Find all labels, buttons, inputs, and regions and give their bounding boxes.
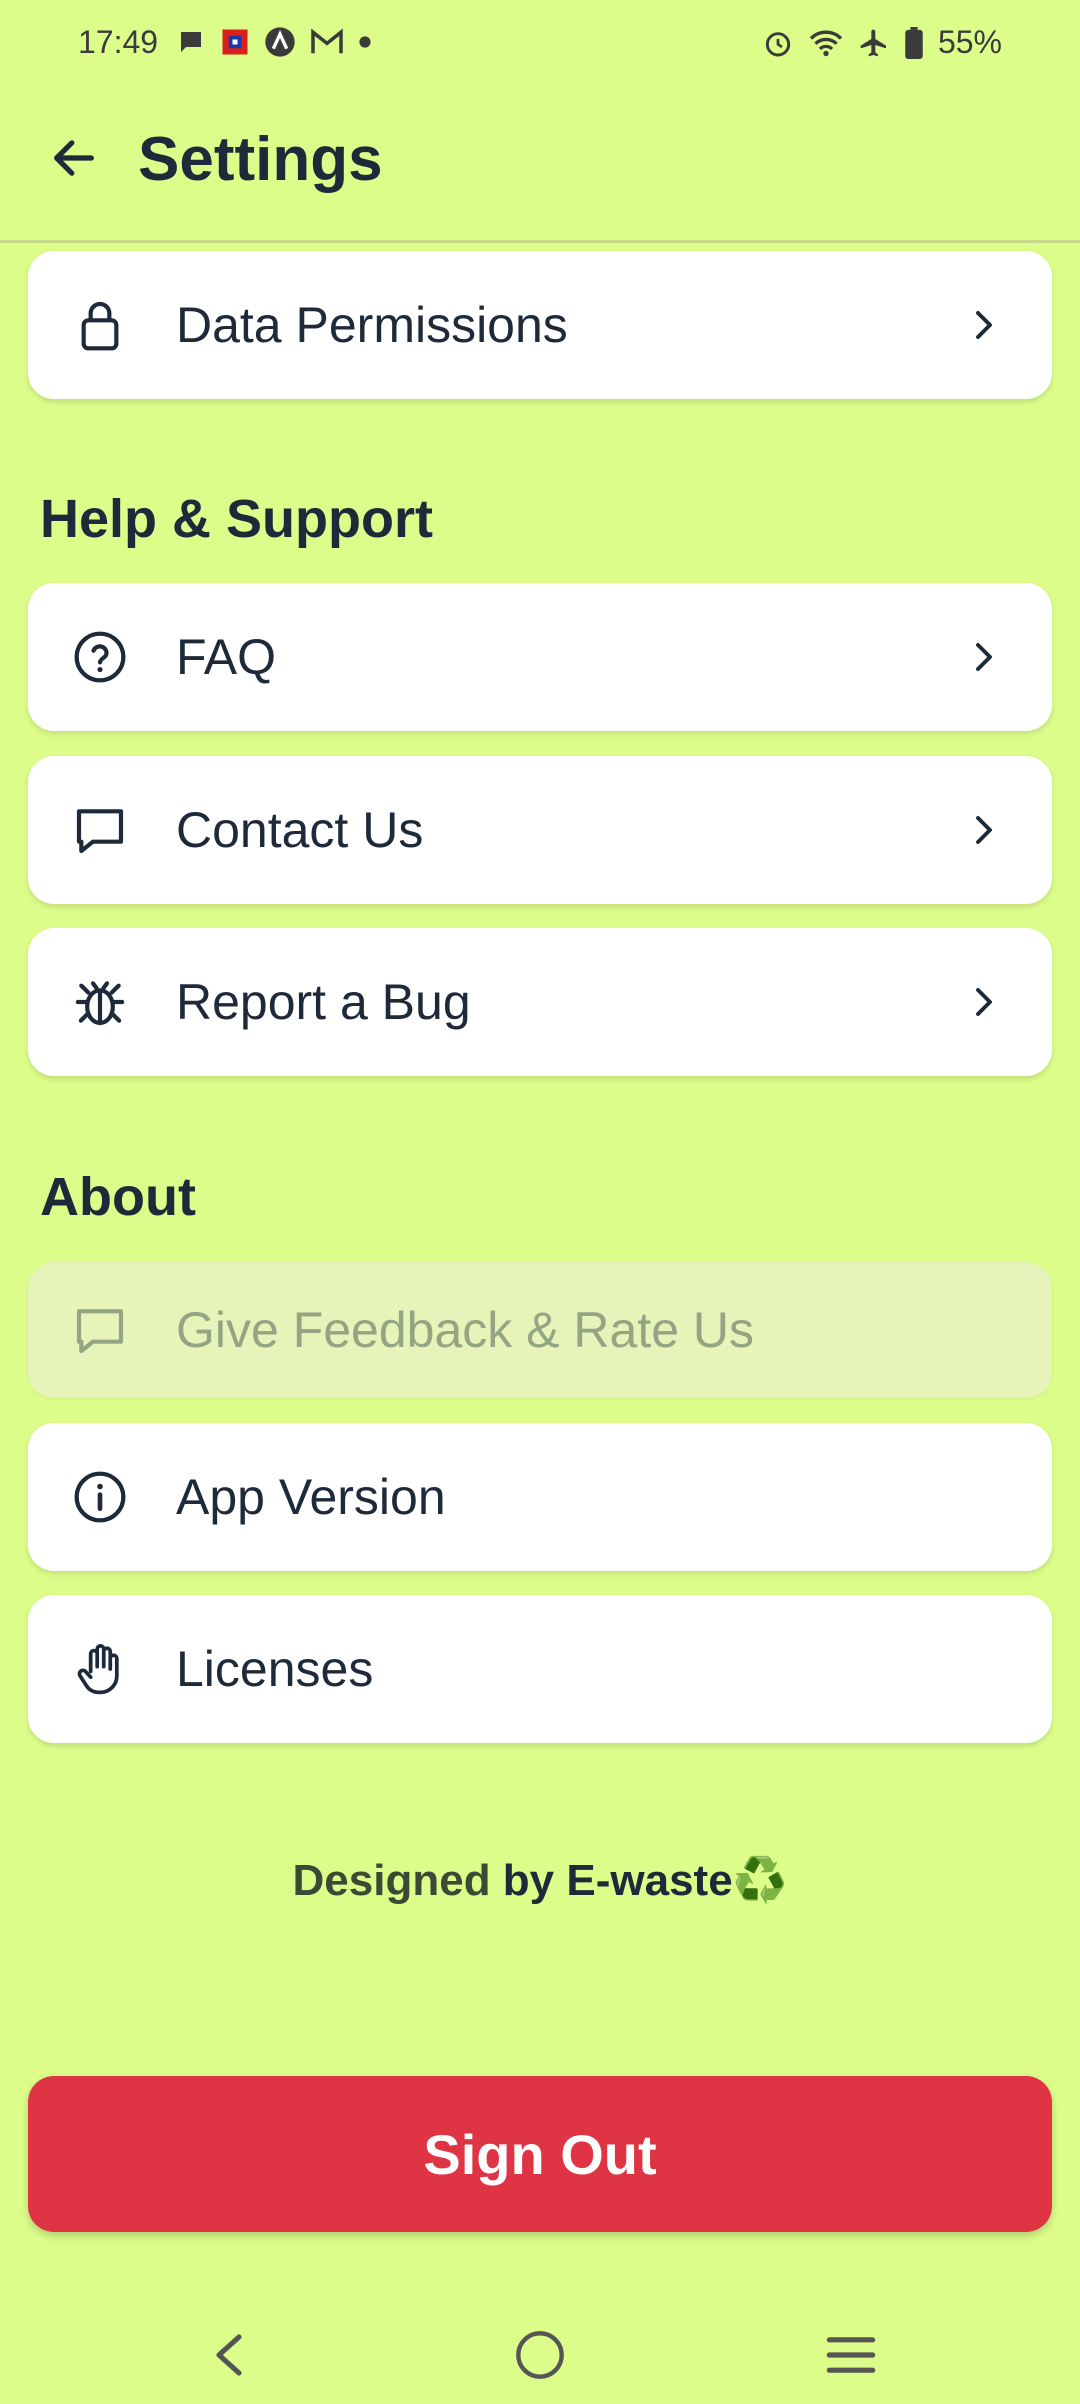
lock-icon <box>81 301 119 351</box>
airplane-icon <box>860 29 886 56</box>
message-icon <box>76 1309 124 1354</box>
nav-recents-icon <box>826 2337 876 2373</box>
report-bug-item[interactable]: Report a Bug <box>28 928 1052 1076</box>
status-right-icons: 55% <box>762 24 1002 61</box>
nav-home-icon <box>516 2331 564 2379</box>
chevron-right-icon <box>976 311 992 339</box>
recycle-icon: ♻️ <box>732 1856 788 1905</box>
app-version-label: App Version <box>176 1469 446 1525</box>
faq-item[interactable]: FAQ <box>28 583 1052 731</box>
sign-out-button[interactable]: Sign Out <box>28 2076 1052 2232</box>
licenses-item[interactable]: Licenses <box>28 1595 1052 1743</box>
section-title-help: Help & Support <box>40 489 433 549</box>
info-circle-icon <box>74 1471 126 1523</box>
chevron-right-icon <box>976 643 992 671</box>
nav-home-button[interactable] <box>505 2320 575 2390</box>
status-left-icons <box>176 26 372 58</box>
section-title-about: About <box>40 1167 196 1227</box>
designed-suffix: by E-waste <box>490 1856 733 1905</box>
contact-us-label: Contact Us <box>176 802 424 858</box>
notification-app-icon <box>222 29 248 55</box>
battery-percent: 55% <box>937 24 1002 60</box>
status-time: 17:49 <box>78 24 159 60</box>
message-icon <box>76 809 124 854</box>
give-feedback-label: Give Feedback & Rate Us <box>176 1302 755 1358</box>
back-button[interactable] <box>44 128 104 188</box>
dot-icon <box>359 36 371 48</box>
status-bar: 17:49 55% <box>0 0 1080 88</box>
chevron-right-icon <box>976 988 992 1016</box>
designed-by-text: Designed by E-waste♻️ <box>0 1854 1080 1906</box>
designed-prefix: Designed <box>292 1856 491 1905</box>
page-title: Settings <box>138 125 383 194</box>
system-nav-bar <box>0 2300 1080 2404</box>
report-bug-label: Report a Bug <box>176 974 471 1030</box>
faq-label: FAQ <box>176 629 277 685</box>
chevron-right-icon <box>976 816 992 844</box>
arc-app-icon <box>265 27 295 57</box>
wifi-icon <box>809 30 843 56</box>
contact-us-item[interactable]: Contact Us <box>28 756 1052 904</box>
give-feedback-item[interactable]: Give Feedback & Rate Us <box>28 1262 1052 1398</box>
data-permissions-item[interactable]: Data Permissions <box>28 251 1052 399</box>
battery-icon <box>905 26 923 59</box>
hand-icon <box>77 1644 119 1695</box>
nav-recents-button[interactable] <box>816 2320 886 2390</box>
data-permissions-label: Data Permissions <box>176 297 568 353</box>
question-circle-icon <box>74 631 126 683</box>
chat-bubble-icon <box>181 32 201 52</box>
nav-back-button[interactable] <box>194 2320 264 2390</box>
licenses-label: Licenses <box>176 1641 374 1697</box>
nav-back-icon <box>216 2334 242 2376</box>
back-arrow-icon <box>54 140 94 176</box>
app-version-item[interactable]: App Version <box>28 1423 1052 1571</box>
alarm-icon <box>765 31 791 56</box>
bug-icon <box>75 981 125 1026</box>
app-bar: Settings <box>0 88 1080 243</box>
gmail-icon <box>311 28 343 54</box>
